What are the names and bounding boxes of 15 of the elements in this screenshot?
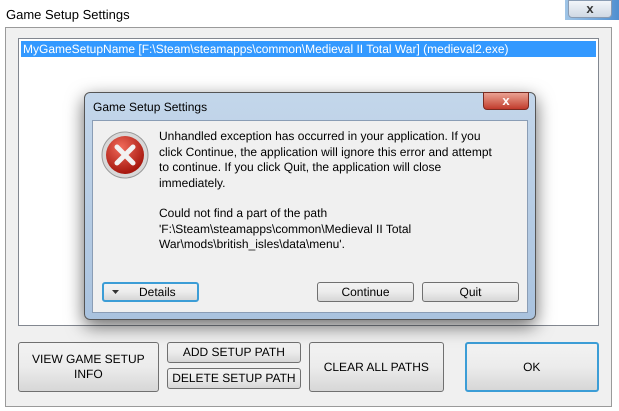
ok-button[interactable]: OK — [464, 342, 599, 392]
close-button[interactable]: x — [568, 0, 612, 18]
clear-paths-button[interactable]: CLEAR ALL PATHS — [309, 342, 444, 392]
dialog-button[interactable]: Quit — [422, 282, 519, 302]
caret-icon — [112, 290, 119, 294]
error-message: Unhandled exception has occurred in your application. If you click Continue, the application will ignore this error and attempt to continue. If you click Quit, the application will close immediately. — [159, 129, 493, 191]
details-button[interactable]: Details — [102, 282, 199, 302]
delete-path-button[interactable]: DELETE SETUP PATH — [166, 368, 302, 389]
add-path-button[interactable]: ADD SETUP PATH — [166, 342, 302, 363]
window-title: Game Setup Settings — [6, 6, 130, 24]
error-icon — [101, 131, 149, 179]
dialog-title: Game Setup Settings — [93, 98, 208, 116]
view-info-button[interactable]: VIEW GAME SETUP INFO — [18, 342, 159, 392]
dialog-button[interactable]: Continue — [317, 282, 414, 302]
error-message: Could not find a part of the path 'F:\Steam\steamapps\common\Medieval II Total War\mods\british_isles\data\menu'. — [159, 206, 412, 252]
